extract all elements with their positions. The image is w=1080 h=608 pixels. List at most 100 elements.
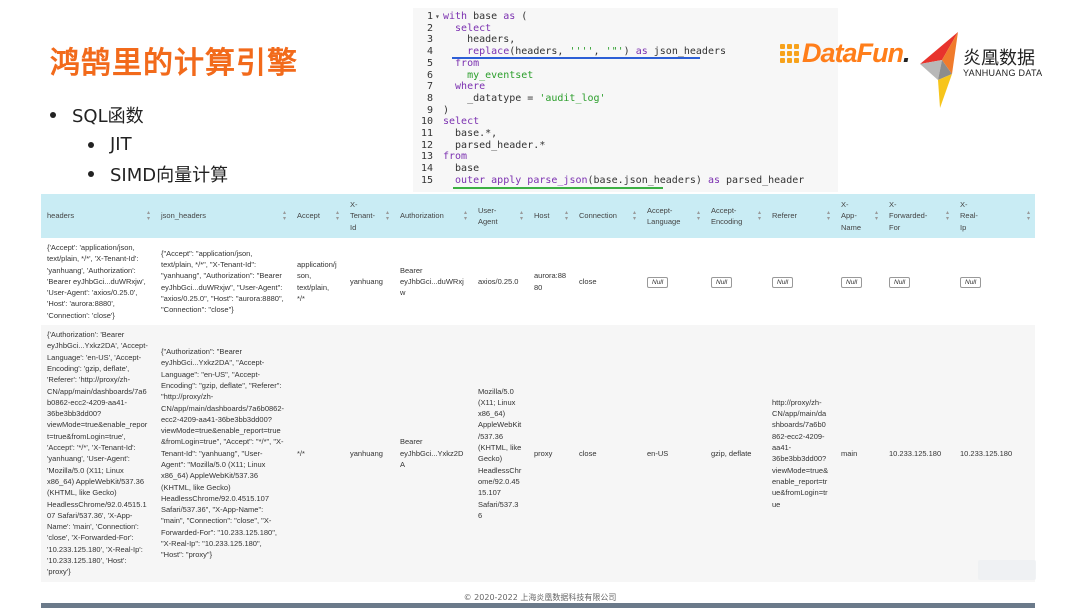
column-header[interactable]: headers ▴ ▾	[41, 194, 155, 238]
yanhuang-logo-en: YANHUANG DATA	[963, 68, 1043, 78]
table-cell-accept: application/json, text/plain, */*	[291, 238, 344, 325]
column-header-label: X- Forwarded- For	[889, 200, 928, 232]
table-cell-fwd: 10.233.125.180	[883, 325, 954, 582]
column-header-label: Host	[534, 211, 550, 221]
sort-icon[interactable]: ▴ ▾	[946, 210, 949, 222]
table-cell-enc: gzip, deflate	[705, 325, 766, 582]
line-number: 15	[420, 174, 433, 186]
code-token: ''''	[569, 46, 594, 58]
column-header[interactable]: Authorization ▴ ▾	[394, 194, 472, 238]
line-number: 10	[420, 116, 433, 128]
fold-toggle-icon	[435, 128, 443, 140]
fold-toggle-icon	[435, 140, 443, 152]
code-token: )	[443, 104, 450, 116]
sort-icon[interactable]: ▴ ▾	[827, 210, 830, 222]
line-number: 14	[420, 163, 433, 175]
fold-toggle-icon	[435, 105, 443, 117]
code-line: 12 parsed_header.*	[413, 140, 838, 152]
code-line: 5 from	[413, 58, 838, 70]
column-header[interactable]: X- Real- Ip ▴ ▾	[954, 194, 1035, 238]
cell-text: {"Authorization": "Bearer eyJhbGci...Yxk…	[161, 347, 284, 560]
fold-toggle-icon[interactable]: ▾	[435, 11, 443, 23]
code-token: as	[635, 46, 654, 58]
sort-icon[interactable]: ▴ ▾	[336, 210, 339, 222]
column-header-label: X- App- Name	[841, 200, 862, 232]
column-header[interactable]: Referer ▴ ▾	[766, 194, 835, 238]
column-header[interactable]: Connection ▴ ▾	[573, 194, 641, 238]
table-cell-host: aurora:8880	[528, 238, 573, 325]
bullet-item: SQL函数	[50, 102, 228, 128]
table-cell-referer: Null	[766, 238, 835, 325]
table-cell-enc: Null	[705, 238, 766, 325]
column-header[interactable]: json_headers ▴ ▾	[155, 194, 291, 238]
cell-text: aurora:8880	[534, 271, 567, 292]
column-header[interactable]: Host ▴ ▾	[528, 194, 573, 238]
code-token: headers,	[443, 34, 516, 46]
code-token: as	[707, 174, 726, 186]
result-table: headers ▴ ▾ json_headers ▴ ▾ Accept ▴ ▾ X- Ten…	[41, 194, 1035, 582]
sql-code-editor[interactable]: 1 ▾ with base as (2 select 3 headers, 4 repl…	[413, 8, 838, 192]
code-text: parsed_header.*	[443, 140, 545, 152]
line-number: 9	[426, 104, 433, 116]
column-header[interactable]: Accept ▴ ▾	[291, 194, 344, 238]
cell-text: Bearer eyJhbGci...duWRxjw	[400, 265, 464, 298]
column-header-label: Referer	[772, 211, 798, 221]
column-header-label: User- Agent	[478, 205, 498, 226]
bullet-text: SIMD向量计算	[110, 165, 229, 186]
code-token: with	[443, 11, 474, 22]
column-header[interactable]: X- Tenant- Id ▴ ▾	[344, 194, 394, 238]
code-line: 7 where	[413, 81, 838, 93]
table-cell-real: 10.233.125.180	[954, 325, 1035, 582]
table-cell-tenant: yanhuang	[344, 238, 394, 325]
sort-icon[interactable]: ▴ ▾	[520, 210, 523, 222]
sort-icon[interactable]: ▴ ▾	[875, 210, 878, 222]
code-token: base.*,	[443, 128, 498, 140]
sort-icon[interactable]: ▴ ▾	[1027, 210, 1030, 222]
bullet-dot	[88, 171, 94, 177]
result-table-container[interactable]: headers ▴ ▾ json_headers ▴ ▾ Accept ▴ ▾ X- Ten…	[41, 194, 1035, 592]
column-header-label: X- Tenant- Id	[350, 200, 376, 232]
code-token: as	[503, 11, 522, 22]
column-header[interactable]: X- Forwarded- For ▴ ▾	[883, 194, 954, 238]
column-header-label: Accept- Language	[647, 205, 681, 226]
code-line: 1 ▾ with base as (	[413, 11, 838, 23]
table-cell-fwd: Null	[883, 238, 954, 325]
column-header[interactable]: X- App- Name ▴ ▾	[835, 194, 883, 238]
code-token: '"'	[605, 46, 624, 58]
column-header-label: json_headers	[161, 211, 207, 221]
sort-icon[interactable]: ▴ ▾	[386, 210, 389, 222]
table-cell-ua: Mozilla/5.0 (X11; Linux x86_64) AppleWeb…	[472, 325, 528, 582]
null-badge: Null	[647, 276, 669, 288]
sort-icon[interactable]: ▴ ▾	[283, 210, 286, 222]
sort-icon[interactable]: ▴ ▾	[758, 210, 761, 222]
table-row[interactable]: {'Accept': 'application/json, text/plain…	[41, 238, 1035, 326]
table-row[interactable]: {'Authorization': 'Bearer eyJhbGci...Yxk…	[41, 325, 1035, 582]
table-cell-tenant: yanhuang	[344, 325, 394, 582]
fold-toggle-icon	[435, 151, 443, 163]
code-text: )	[443, 105, 449, 117]
column-header[interactable]: Accept- Encoding ▴ ▾	[705, 194, 766, 238]
code-line: 6 my_eventset	[413, 70, 838, 82]
fold-toggle-icon	[435, 34, 443, 46]
sort-icon[interactable]: ▴ ▾	[464, 210, 467, 222]
sort-icon[interactable]: ▴ ▾	[147, 210, 150, 222]
cell-text: yanhuang	[350, 448, 383, 458]
line-number: 1	[426, 11, 433, 22]
sort-icon[interactable]: ▴ ▾	[633, 210, 636, 222]
sort-icon[interactable]: ▴ ▾	[565, 210, 568, 222]
datafun-wordmark: DataFun.	[802, 38, 910, 68]
line-number: 5	[426, 57, 433, 69]
table-cell-accept: */*	[291, 325, 344, 582]
sort-icon[interactable]: ▴ ▾	[697, 210, 700, 222]
code-line: 13 from	[413, 151, 838, 163]
cell-text: application/json, text/plain, */*	[297, 259, 337, 303]
code-token: parsed_header	[726, 174, 805, 186]
table-cell-app: Null	[835, 238, 883, 325]
code-token: outer apply	[443, 174, 528, 186]
column-header-label: Authorization	[400, 211, 444, 221]
column-header[interactable]: User- Agent ▴ ▾	[472, 194, 528, 238]
bullet-dot	[88, 141, 94, 148]
code-token: from	[443, 151, 468, 163]
code-token: base	[443, 163, 480, 175]
column-header[interactable]: Accept- Language ▴ ▾	[641, 194, 705, 238]
